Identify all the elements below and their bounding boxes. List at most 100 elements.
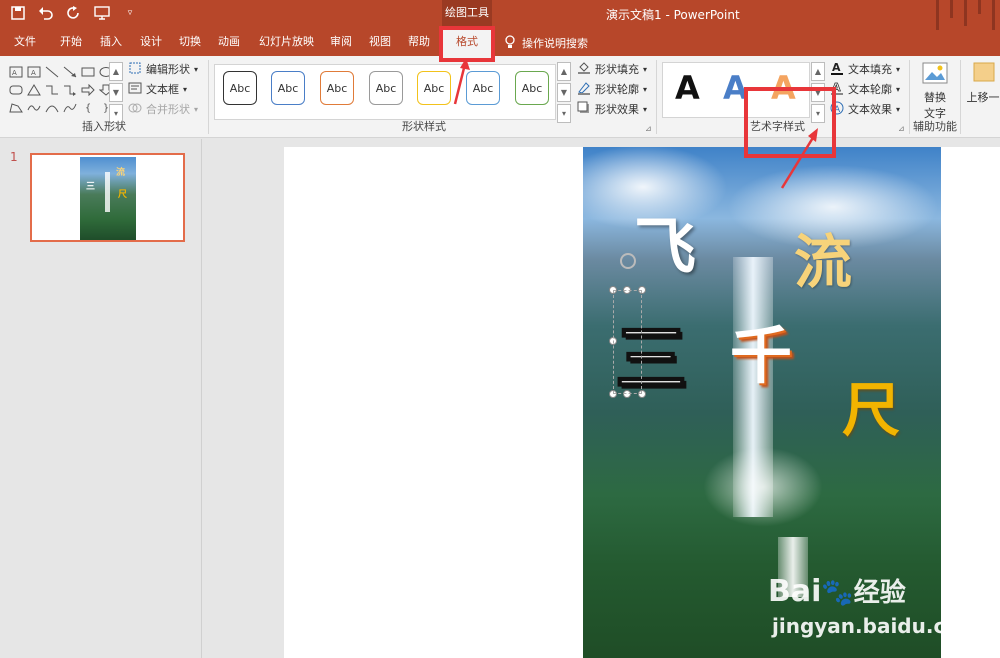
text-effects-button[interactable]: A 文本效果 ▾ — [830, 100, 900, 118]
shape-outline-button[interactable]: 形状轮廓 ▾ — [577, 80, 647, 98]
shape-styles-scroll[interactable]: ▲ ▼ ▾ — [557, 62, 571, 123]
elbow-arrow-shape-icon[interactable] — [62, 82, 78, 98]
elbow-connector-shape-icon[interactable] — [44, 82, 60, 98]
shape-style-preset-7[interactable]: Abc — [515, 71, 549, 105]
wordart-liu[interactable]: 流 — [794, 215, 852, 299]
watermark-url: jingyan.baidu.com — [772, 614, 980, 638]
tab-transitions[interactable]: 切换 — [179, 30, 201, 56]
present-from-start-icon[interactable] — [94, 5, 110, 21]
dialog-launcher-icon[interactable]: ⊿ — [645, 124, 652, 133]
shape-styles-gallery: Abc Abc Abc Abc Abc Abc Abc — [214, 64, 556, 120]
wordart-preset-black[interactable]: A — [675, 69, 700, 107]
arrow-line-shape-icon[interactable] — [62, 64, 78, 80]
text-outline-button[interactable]: A 文本轮廓 ▾ — [830, 80, 900, 98]
slide-thumbnail-1[interactable]: 三 流 尺 — [30, 153, 185, 242]
dialog-launcher-icon[interactable]: ⊿ — [898, 124, 905, 133]
text-box-label: 文本框 — [146, 83, 179, 96]
shapes-gallery-scroll[interactable]: ▲ ▼ ▾ — [109, 62, 123, 123]
merge-shapes-label: 合并形状 — [146, 103, 190, 116]
freeform-shape-icon[interactable] — [8, 100, 24, 116]
shape-outline-label: 形状轮廓 — [595, 83, 639, 96]
tab-slide-show[interactable]: 幻灯片放映 — [259, 30, 314, 56]
watermark-brand: Bai🐾经验 — [768, 572, 906, 609]
tab-insert[interactable]: 插入 — [100, 30, 122, 56]
wordart-fei[interactable]: 飞 — [634, 196, 696, 286]
group-separator — [208, 60, 209, 134]
slide-number: 1 — [10, 150, 18, 164]
customize-qat-icon[interactable]: ▿ — [122, 5, 138, 21]
pen-icon — [577, 81, 591, 98]
document-title: 演示文稿1 - PowerPoint — [606, 8, 740, 22]
group-separator — [960, 60, 961, 134]
bring-forward-button[interactable]: 上移一 — [966, 62, 1000, 105]
paw-icon: 🐾 — [821, 578, 854, 608]
tab-home[interactable]: 开始 — [60, 30, 82, 56]
vertical-text-box-shape-icon[interactable]: A — [26, 64, 42, 80]
dropdown-arrow-icon: ▾ — [194, 64, 199, 74]
triangle-shape-icon[interactable] — [26, 82, 42, 98]
scroll-down-icon[interactable]: ▼ — [557, 83, 571, 102]
title-decoration — [930, 0, 1000, 30]
group-separator — [909, 60, 910, 134]
scroll-down-icon[interactable]: ▼ — [109, 83, 123, 102]
scroll-up-icon[interactable]: ▲ — [109, 62, 123, 81]
shape-style-preset-4[interactable]: Abc — [369, 71, 403, 105]
selection-outline — [613, 290, 642, 394]
wordart-qian[interactable]: 千 — [730, 305, 792, 395]
shape-effects-label: 形状效果 — [595, 103, 639, 116]
redo-icon[interactable] — [66, 5, 82, 21]
rotate-handle-icon[interactable] — [620, 253, 636, 269]
rounded-rect-shape-icon[interactable] — [8, 82, 24, 98]
undo-icon[interactable] — [38, 5, 54, 21]
shape-effects-button[interactable]: 形状效果 ▾ — [577, 100, 647, 118]
scroll-up-icon[interactable]: ▲ — [811, 62, 825, 81]
thumbnail-image: 三 流 尺 — [80, 157, 136, 240]
dropdown-arrow-icon: ▾ — [896, 84, 901, 94]
tab-animations[interactable]: 动画 — [218, 30, 240, 56]
shape-style-preset-2[interactable]: Abc — [271, 71, 305, 105]
tab-design[interactable]: 设计 — [140, 30, 162, 56]
wordart-chi[interactable]: 尺 — [842, 363, 900, 447]
shape-fill-button[interactable]: 形状填充 ▾ — [577, 60, 647, 78]
arc-shape-icon[interactable] — [44, 100, 60, 116]
scroll-up-icon[interactable]: ▲ — [557, 62, 571, 81]
dropdown-arrow-icon: ▾ — [194, 104, 199, 114]
tell-me-search[interactable]: 操作说明搜索 — [504, 30, 588, 56]
left-brace-shape-icon[interactable]: { — [80, 100, 96, 116]
save-icon[interactable] — [10, 5, 26, 21]
alt-text-label-1: 替换 — [924, 91, 946, 104]
line-shape-icon[interactable] — [44, 64, 60, 80]
text-box-shape-icon[interactable]: A — [8, 64, 24, 80]
text-fill-label: 文本填充 — [848, 63, 892, 76]
thumb-char: 三 — [86, 182, 96, 192]
tab-help[interactable]: 帮助 — [408, 30, 430, 56]
curve-shape-icon[interactable] — [62, 100, 78, 116]
tab-file[interactable]: 文件 — [14, 30, 36, 56]
text-box-button[interactable]: 文本框 ▾ — [128, 80, 187, 98]
merge-shapes-button: 合并形状 ▾ — [128, 100, 198, 118]
scribble-shape-icon[interactable] — [26, 100, 42, 116]
edit-shape-button[interactable]: 编辑形状 ▾ — [128, 60, 198, 78]
shapes-gallery[interactable]: A A { } — [8, 64, 113, 120]
dropdown-arrow-icon: ▾ — [896, 104, 901, 114]
right-arrow-shape-icon[interactable] — [80, 82, 96, 98]
edit-shape-label: 编辑形状 — [146, 63, 190, 76]
more-styles-icon[interactable]: ▾ — [557, 104, 571, 123]
rectangle-shape-icon[interactable] — [80, 64, 96, 80]
svg-text:A: A — [12, 69, 17, 77]
tab-view[interactable]: 视图 — [369, 30, 391, 56]
bring-forward-icon — [970, 62, 996, 89]
watermark-brand-tail: 经验 — [853, 578, 906, 608]
tab-review[interactable]: 审阅 — [330, 30, 352, 56]
alt-text-button[interactable]: 替换 文字 — [918, 62, 952, 121]
title-bar: ▿ 绘图工具 演示文稿1 - PowerPoint — [0, 0, 1000, 30]
shape-style-preset-1[interactable]: Abc — [223, 71, 257, 105]
svg-text:A: A — [832, 61, 841, 74]
shape-style-preset-5[interactable]: Abc — [417, 71, 451, 105]
mist — [703, 447, 823, 527]
text-fill-button[interactable]: A 文本填充 ▾ — [830, 60, 900, 78]
shape-styles-group-label: 形状样式 — [402, 120, 446, 133]
shape-style-preset-3[interactable]: Abc — [320, 71, 354, 105]
ribbon-format: A A { } ▲ ▼ ▾ 编辑形状 ▾ 文本框 ▾ 合并形状 ▾ 插入形状 A… — [0, 56, 1000, 138]
quick-access-toolbar: ▿ — [10, 5, 138, 21]
